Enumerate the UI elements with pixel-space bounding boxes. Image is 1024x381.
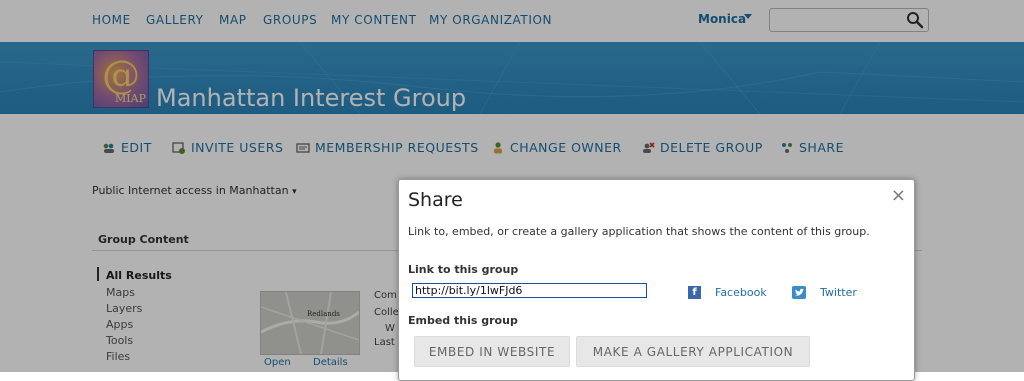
embed-in-website-button[interactable]: EMBED IN WEBSITE [414,336,570,367]
twitter-label: Twitter [820,286,857,299]
close-icon[interactable]: × [891,185,906,206]
dialog-title: Share [408,189,463,211]
twitter-share-link[interactable]: Twitter [792,286,857,299]
facebook-icon: f [688,286,701,299]
link-label: Link to this group [408,263,519,276]
dialog-description: Link to, embed, or create a gallery appl… [408,225,870,238]
make-gallery-application-button[interactable]: MAKE A GALLERY APPLICATION [576,336,810,367]
embed-label: Embed this group [408,314,518,327]
facebook-label: Facebook [715,286,767,299]
share-dialog: Share × Link to, embed, or create a gall… [398,179,915,381]
group-link-field[interactable] [412,283,647,298]
twitter-icon [792,286,806,299]
facebook-share-link[interactable]: f Facebook [688,286,767,299]
